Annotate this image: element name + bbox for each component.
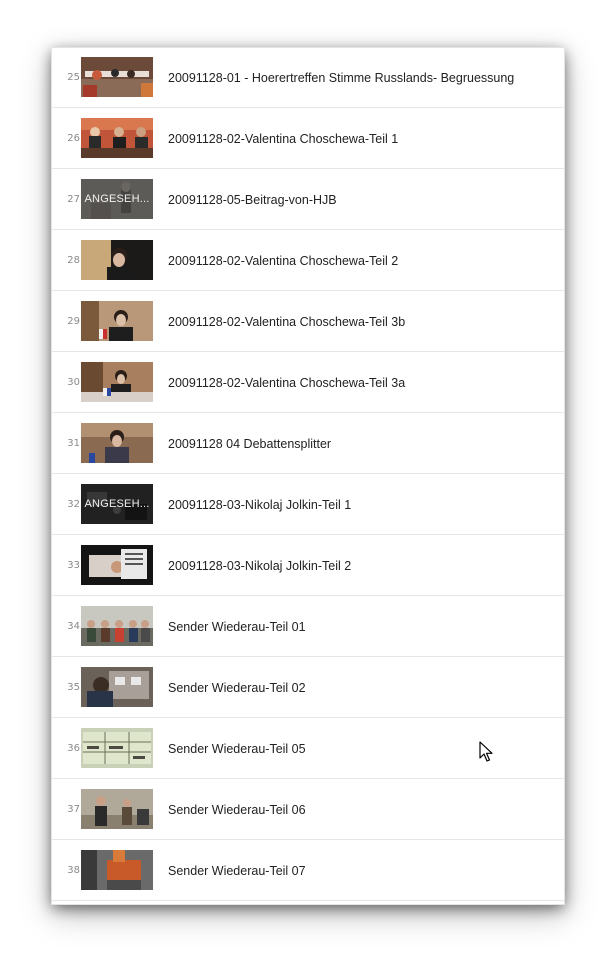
playlist-item[interactable]: 26 20091128-02-Valentina Choschewa-Teil 1: [52, 109, 564, 169]
playlist-panel: 25 20091128-01 - Hoerertreffen Stimme Rus…: [52, 48, 564, 904]
playlist-item[interactable]: 29 20091128-02-Valentina Choschewa-Teil 3…: [52, 292, 564, 352]
video-title[interactable]: 20091128-02-Valentina Choschewa-Teil 2: [168, 231, 398, 291]
playlist-item-index: 27: [67, 194, 80, 205]
video-title[interactable]: Sender Wiederau-Teil 01: [168, 597, 306, 657]
playlist-item[interactable]: 32 ANGESEH... 20091128-03-Nikolaj Jolkin-T…: [52, 475, 564, 535]
playlist-item[interactable]: 34 Sender Wiederau-Teil 01: [52, 597, 564, 657]
playlist-item[interactable]: 31 20091128 04 Debattensplitter: [52, 414, 564, 474]
playlist-item-index: 32: [67, 499, 80, 510]
video-title[interactable]: 20091128-02-Valentina Choschewa-Teil 3a: [168, 353, 405, 413]
video-title[interactable]: 20091128-02-Valentina Choschewa-Teil 3b: [168, 292, 405, 352]
video-title[interactable]: Sender Wiederau-Teil 06: [168, 780, 306, 840]
playlist-item-index: 34: [67, 621, 80, 632]
video-thumbnail[interactable]: [81, 667, 153, 707]
playlist-item-index: 31: [67, 438, 80, 449]
playlist-item[interactable]: 25 20091128-01 - Hoerertreffen Stimme Rus…: [52, 48, 564, 108]
video-title[interactable]: 20091128-02-Valentina Choschewa-Teil 1: [168, 109, 398, 169]
video-title[interactable]: Sender Wiederau-Teil 05: [168, 719, 306, 779]
video-title[interactable]: 20091128-03-Nikolaj Jolkin-Teil 1: [168, 475, 351, 535]
video-thumbnail[interactable]: [81, 301, 153, 341]
playlist-item[interactable]: 35 Sender Wiederau-Teil 02: [52, 658, 564, 718]
playlist-item[interactable]: 38 Sender Wiederau-Teil 07: [52, 841, 564, 901]
video-thumbnail[interactable]: [81, 606, 153, 646]
video-title[interactable]: 20091128-05-Beitrag-von-HJB: [168, 170, 337, 230]
playlist-item-index: 33: [67, 560, 80, 571]
playlist-item-index: 30: [67, 377, 80, 388]
video-title[interactable]: 20091128-01 - Hoerertreffen Stimme Russl…: [168, 48, 514, 108]
playlist-item-index: 25: [67, 72, 80, 83]
video-title[interactable]: 20091128-03-Nikolaj Jolkin-Teil 2: [168, 536, 351, 596]
watched-overlay: ANGESEH...: [81, 484, 153, 524]
playlist-item-index: 36: [67, 743, 80, 754]
playlist-item-index: 28: [67, 255, 80, 266]
video-title[interactable]: 20091128 04 Debattensplitter: [168, 414, 331, 474]
playlist-item[interactable]: 28 20091128-02-Valentina Choschewa-Teil 2: [52, 231, 564, 291]
video-thumbnail[interactable]: ANGESEH...: [81, 484, 153, 524]
watched-overlay: ANGESEH...: [81, 179, 153, 219]
playlist-item[interactable]: 33 20091128-03-Nikolaj Jolkin-Teil 2: [52, 536, 564, 596]
video-thumbnail[interactable]: [81, 240, 153, 280]
playlist-item-index: 26: [67, 133, 80, 144]
playlist-item[interactable]: 37 Sender Wiederau-Teil 06: [52, 780, 564, 840]
video-title[interactable]: Sender Wiederau-Teil 07: [168, 841, 306, 901]
video-thumbnail[interactable]: [81, 728, 153, 768]
video-thumbnail[interactable]: [81, 118, 153, 158]
playlist-item-index: 37: [67, 804, 80, 815]
video-thumbnail[interactable]: ANGESEH...: [81, 179, 153, 219]
video-thumbnail[interactable]: [81, 850, 153, 890]
playlist-item[interactable]: 30 20091128-02-Valentina Choschewa-Teil 3…: [52, 353, 564, 413]
video-thumbnail[interactable]: [81, 362, 153, 402]
playlist-item[interactable]: 27 ANGESEH... 20091128-05-Beitrag-von-HJB: [52, 170, 564, 230]
video-thumbnail[interactable]: [81, 789, 153, 829]
video-thumbnail[interactable]: [81, 545, 153, 585]
playlist-item-index: 29: [67, 316, 80, 327]
playlist-item-index: 38: [67, 865, 80, 876]
mouse-pointer-icon: [479, 741, 493, 762]
playlist-item-index: 35: [67, 682, 80, 693]
video-thumbnail[interactable]: [81, 57, 153, 97]
video-thumbnail[interactable]: [81, 423, 153, 463]
video-title[interactable]: Sender Wiederau-Teil 02: [168, 658, 306, 718]
